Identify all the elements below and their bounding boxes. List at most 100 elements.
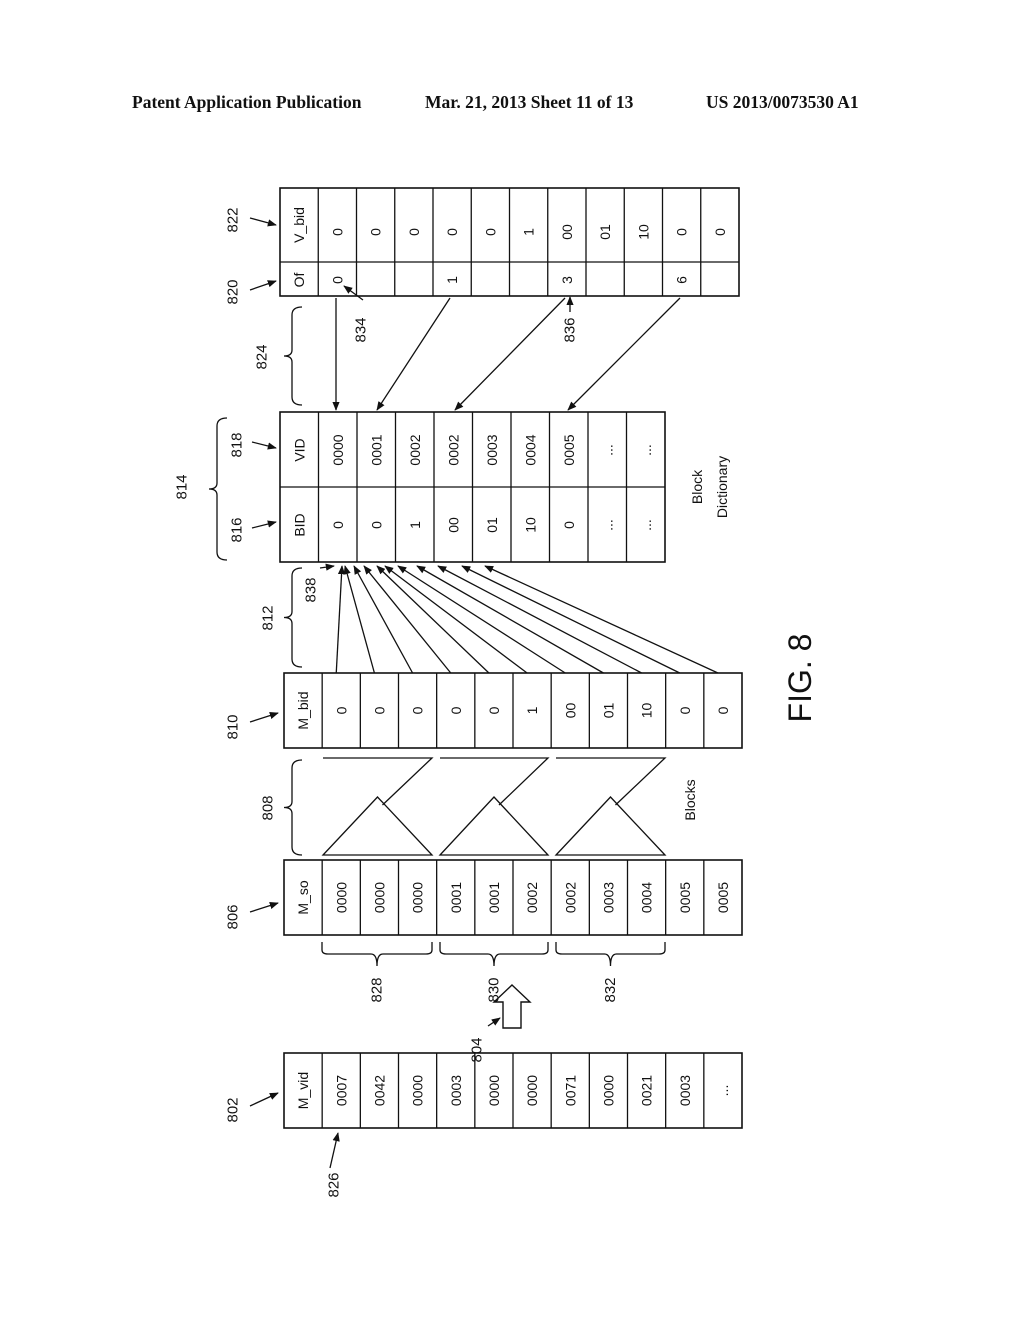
block-dictionary-caption: Block [689,469,705,504]
links-layer [249,217,719,1169]
figure-8-diagram: M_vid 0007 0042 0000 0003 0000 0000 0071 0000 002… [174,187,819,1198]
v-bid-header: V_bid [291,207,307,243]
group-ref-label: 832 [602,977,619,1002]
blocks-brace [283,759,303,856]
labels-layer: Block Dictionary Blocks 828 830 832 802 806 810 8… [174,207,819,1197]
sort-arrow-ref: 804 [469,1037,486,1062]
m-so-table-cell: 0000 [410,882,426,913]
m-bid-table-cell: 0 [410,706,426,714]
group-ref-label: 828 [369,977,386,1002]
m-so-ref: 806 [225,904,242,929]
m-vid-table-cell: 0003 [677,1075,693,1106]
mbid-to-bid-arrow [353,565,414,674]
m-vid-ref-arrow [249,1092,279,1107]
m-vid-table-cell: ... [715,1085,731,1097]
sort-arrow-ref-arrow [487,1017,501,1027]
bid-ref: 816 [229,517,246,542]
m-vid-table-cell: 0000 [600,1075,616,1106]
v-bid-ref: 822 [225,207,242,232]
vid-cell: 0003 [484,434,500,465]
bid-ref-arrow [251,520,277,529]
v-bid-cell: 0 [712,228,728,236]
bid-cell: 00 [445,517,461,533]
mbid-to-bid-arrow [335,565,346,674]
bid-cell: 0 [368,521,384,529]
mbid-to-bid-arrow [376,565,490,674]
v-bid-cell: 1 [521,228,537,236]
mbid-to-bid-arrow [461,565,681,674]
m-so-table: M_so 0000 0000 0000 0001 0001 0002 0002 0003 0004… [283,859,743,936]
bid-cell: ... [599,519,615,531]
block-dictionary-brace [208,417,228,561]
m-so-table-cell: 0000 [333,882,349,913]
of-pointer-ref: 834 [353,317,370,342]
m-so-table-cell: 0003 [600,882,616,913]
m-so-table-cell: 0004 [639,882,655,913]
vid-header: VID [291,438,307,461]
block-triangle-top [556,757,667,806]
m-vid-table: M_vid 0007 0042 0000 0003 0000 0000 0071 0000 002… [283,1052,743,1129]
bid-cell: 0 [330,521,346,529]
vid-ref: 818 [229,432,246,457]
bid-cell: 0 [561,521,577,529]
m-bid-table-cell: 0 [371,706,387,714]
of-pointer-ref-2: 836 [562,317,579,342]
vid-cell: 0004 [522,434,538,465]
mbid-to-bid-arrow [384,565,528,674]
of-vbid-table: V_bidOf0 0 0 0 0 1 00 01 10 0 00 1 3 6 [279,187,740,297]
m-bid-table-cell: 1 [524,706,540,714]
v-bid-ref-arrow [249,217,277,227]
vid-cell: 0001 [368,434,384,465]
group-ref-label: 830 [486,977,503,1002]
v-bid-cell: 0 [329,228,345,236]
block-triangle-top [323,757,434,806]
blocks-label: Blocks [682,779,698,820]
block-dictionary-table: VIDBID0000 0001 0002 0002 0003 0004 0005......… [279,411,666,563]
of-pointer-arrow [343,285,364,301]
v-bid-cell: 01 [597,224,613,240]
m-so-table-cell: 0001 [486,882,502,913]
of-cell: 1 [444,276,460,284]
block-dictionary-caption: Dictionary [714,456,730,518]
bid-pointer-arrow [319,563,335,571]
of-ref: 820 [225,279,242,304]
block-triangle-bottom [554,796,667,856]
m-bid-ref: 810 [225,714,242,739]
group-brace [439,942,549,967]
of-to-vid-arrow [454,297,566,411]
m-bid-table-cell: 0 [715,706,731,714]
tables-layer: M_vid 0007 0042 0000 0003 0000 0000 0071 0000 002… [208,187,743,1129]
v-bid-cell: 10 [635,224,651,240]
vid-cell: 0002 [445,434,461,465]
of-cell: 3 [559,276,575,284]
m-so-table-cell: 0002 [524,882,540,913]
mbid-to-bid-arrow [416,565,604,674]
m-bid-table-cell: 0 [333,706,349,714]
m-vid-ref: 802 [225,1097,242,1122]
vid-cell: 0005 [561,434,577,465]
v-bid-cell: 0 [674,228,690,236]
m-so-table-cell: 0002 [562,882,578,913]
bid-pointer-ref: 838 [303,577,320,602]
bid-cell: 1 [407,521,423,529]
vid-cell: ... [638,444,654,456]
mbid-to-bid-arrow [484,565,719,674]
v-bid-cell: 0 [406,228,422,236]
m-bid-table-cell: 0 [677,706,693,714]
m-so-table-cell: 0005 [715,882,731,913]
m-vid-table-cell: 0000 [486,1075,502,1106]
of-brace-ref: 824 [254,344,271,369]
of-ref-arrow [249,280,277,291]
m-vid-table-header: M_vid [295,1072,311,1109]
m-vid-table-cell: 0021 [639,1075,655,1106]
bid-header: BID [291,513,307,536]
m-bid-table-cell: 0 [486,706,502,714]
mbid-to-bid-arrow [343,565,376,674]
m-so-table-cell: 0000 [371,882,387,913]
m-vid-table-cell: 0042 [371,1075,387,1106]
m-so-ref-arrow [249,902,279,913]
vid-ref-arrow [251,441,277,450]
of-brace [283,306,303,406]
bid-cell: 01 [484,517,500,533]
mbid-brace [283,567,303,668]
